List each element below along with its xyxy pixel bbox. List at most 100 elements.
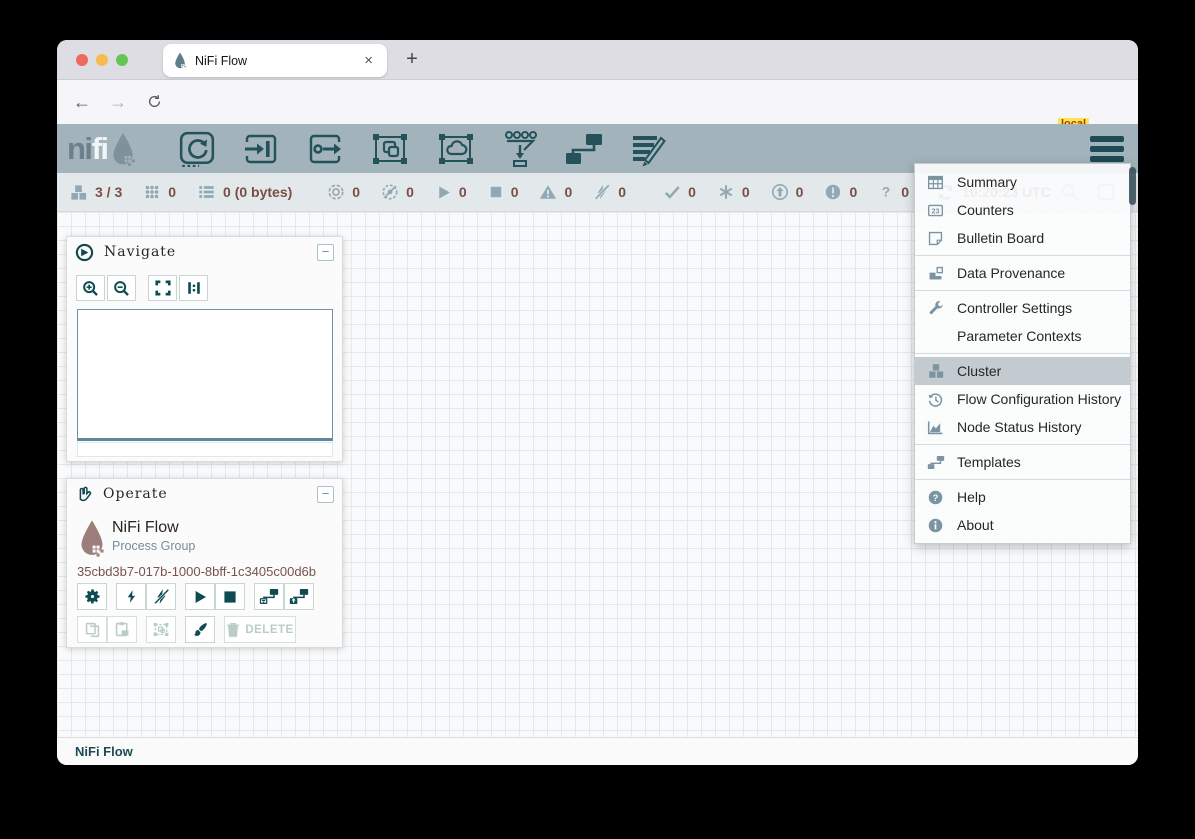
stat-value: 0 [168, 184, 176, 200]
tab-title: NiFi Flow [195, 54, 360, 68]
history-icon [927, 391, 957, 408]
browser-tab[interactable]: NiFi Flow × [163, 44, 387, 77]
menu-label: Help [957, 489, 986, 505]
close-tab-icon[interactable]: × [360, 51, 377, 70]
menu-label: Node Status History [957, 419, 1082, 435]
close-window-button[interactable] [76, 54, 88, 66]
asterisk-icon [717, 183, 735, 201]
window-controls [76, 54, 128, 66]
remote-process-group-component-icon[interactable] [436, 131, 476, 167]
stat-up-to-date: 0 [663, 183, 696, 201]
disable-button[interactable] [146, 583, 176, 610]
group-button[interactable] [146, 616, 176, 643]
stop-button[interactable] [215, 583, 245, 610]
fill-color-button[interactable] [185, 616, 215, 643]
global-menu-button[interactable] [1090, 136, 1124, 162]
zoom-fit-button[interactable] [148, 275, 177, 301]
operate-palette: Operate − NiFi Flow Process Group 35cbd3… [66, 478, 343, 648]
back-button[interactable]: ← [69, 89, 95, 115]
exclamation-circle-icon [824, 183, 842, 201]
operate-title: Operate [103, 486, 317, 502]
minimize-window-button[interactable] [96, 54, 108, 66]
menu-item-node-status-history[interactable]: Node Status History [915, 413, 1130, 441]
start-button[interactable] [185, 583, 215, 610]
template-component-icon[interactable] [564, 132, 604, 166]
menu-item-counters[interactable]: 23 Counters [915, 196, 1130, 224]
stat-value: 0 [688, 184, 696, 200]
new-tab-button[interactable]: + [399, 48, 425, 71]
stat-sync-failure: ? 0 [878, 183, 909, 201]
global-menu-dropdown: Summary 23 Counters Bulletin Board Data … [914, 163, 1131, 544]
stat-value: 0 [901, 184, 909, 200]
menu-label: Counters [957, 202, 1014, 218]
collapse-operate-button[interactable]: − [317, 486, 334, 503]
stat-value: 0 [406, 184, 414, 200]
menu-label: Data Provenance [957, 265, 1065, 281]
tab-favicon-nifi-drop-icon [173, 52, 187, 69]
collapse-navigate-button[interactable]: − [317, 244, 334, 261]
nifi-drop-icon [110, 132, 136, 166]
nifi-logo: nifi [67, 132, 136, 166]
forward-button[interactable]: → [105, 89, 131, 115]
menu-item-summary[interactable]: Summary [915, 168, 1130, 196]
processor-component-icon[interactable] [178, 130, 216, 168]
stat-running: 0 [435, 184, 467, 201]
provenance-icon [927, 265, 957, 282]
menu-label: Flow Configuration History [957, 391, 1121, 407]
operate-header[interactable]: Operate − [67, 479, 342, 509]
process-group-component-icon[interactable] [370, 131, 410, 167]
tab-bar: NiFi Flow × + [57, 40, 1138, 80]
breadcrumb[interactable]: NiFi Flow [75, 744, 133, 759]
enable-button[interactable] [116, 583, 146, 610]
stat-value: 0 [352, 184, 360, 200]
upload-template-button[interactable] [284, 583, 314, 610]
output-port-component-icon[interactable] [306, 132, 344, 166]
stat-value: 0 [849, 184, 857, 200]
stat-invalid: 0 [539, 183, 572, 201]
menu-item-data-provenance[interactable]: Data Provenance [915, 259, 1130, 287]
menu-label: Templates [957, 454, 1021, 470]
funnel-component-icon[interactable] [502, 130, 538, 168]
selected-component-name: NiFi Flow [112, 519, 179, 537]
selected-component-id[interactable]: 35cbd3b7-017b-1000-8bff-1c3405c00d6b [77, 564, 316, 579]
menu-item-controller-settings[interactable]: Controller Settings [915, 294, 1130, 322]
zoom-actual-size-button[interactable] [179, 275, 208, 301]
counters-icon: 23 [927, 202, 957, 219]
menu-item-parameter-contexts[interactable]: Parameter Contexts [915, 322, 1130, 350]
selected-component-type: Process Group [112, 539, 195, 553]
scrollbar-thumb[interactable] [1129, 167, 1136, 205]
delete-button[interactable]: DELETE [224, 616, 296, 643]
stopped-icon [488, 184, 504, 200]
table-icon [927, 174, 957, 191]
compass-icon [75, 243, 94, 262]
menu-label: Parameter Contexts [957, 328, 1082, 344]
paste-button[interactable] [107, 616, 137, 643]
birdseye-footer [77, 442, 333, 457]
arrow-up-circle-icon [771, 183, 789, 201]
copy-button[interactable] [77, 616, 107, 643]
zoom-in-button[interactable] [76, 275, 105, 301]
input-port-component-icon[interactable] [242, 132, 280, 166]
reload-button[interactable] [141, 89, 167, 115]
browser-navbar: ← → 192.168.40.11:8080/nifi/ ☆ local [57, 80, 1138, 124]
menu-item-cluster[interactable]: Cluster [915, 357, 1130, 385]
cubes-icon [927, 362, 957, 380]
menu-item-bulletin-board[interactable]: Bulletin Board [915, 224, 1130, 252]
zoom-out-button[interactable] [107, 275, 136, 301]
menu-item-flow-configuration-history[interactable]: Flow Configuration History [915, 385, 1130, 413]
menu-item-help[interactable]: ? Help [915, 483, 1130, 511]
stat-active-threads: 0 [143, 183, 176, 201]
birdseye-map[interactable] [77, 309, 333, 441]
menu-item-about[interactable]: About [915, 511, 1130, 539]
configuration-button[interactable] [77, 583, 107, 610]
question-circle-icon: ? [927, 489, 957, 506]
stat-value: 0 (0 bytes) [223, 184, 292, 200]
zoom-window-button[interactable] [116, 54, 128, 66]
browser-window: NiFi Flow × + ← → 192.168.40.11:8080/nif… [57, 40, 1138, 765]
menu-item-templates[interactable]: Templates [915, 448, 1130, 476]
save-template-button[interactable] [254, 583, 284, 610]
navigate-header[interactable]: Navigate − [67, 237, 342, 267]
label-component-icon[interactable] [630, 131, 668, 167]
wrench-icon [927, 300, 957, 317]
invalid-warning-icon [539, 183, 557, 201]
